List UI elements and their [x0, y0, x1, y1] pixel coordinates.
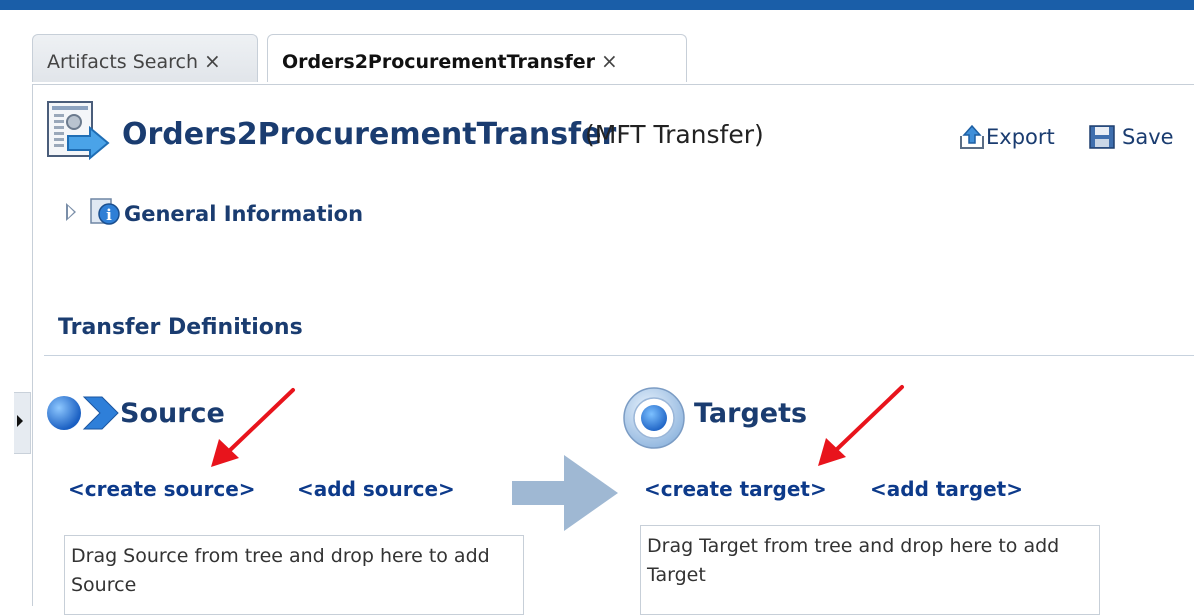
- targets-title: Targets: [694, 398, 808, 429]
- page-title: Orders2ProcurementTransfer: [122, 117, 617, 152]
- info-icon: i: [90, 198, 120, 225]
- annotation-arrow-icon: [211, 388, 295, 467]
- tab-artifacts-search[interactable]: Artifacts Search ×: [32, 34, 258, 82]
- divider: [44, 355, 1194, 356]
- tab-label: Artifacts Search: [47, 51, 198, 73]
- transfer-document-icon: [47, 101, 110, 161]
- annotation-arrow-icon: [818, 385, 904, 466]
- tab-orders2procurementtransfer[interactable]: Orders2ProcurementTransfer ×: [267, 34, 687, 82]
- tab-close-icon[interactable]: ×: [601, 49, 618, 73]
- panel-splitter-handle[interactable]: [14, 392, 31, 454]
- create-target-link[interactable]: <create target>: [644, 477, 827, 501]
- source-icon: [47, 396, 119, 430]
- target-drop-zone[interactable]: Drag Target from tree and drop here to a…: [640, 525, 1100, 615]
- flow-arrow-icon: [512, 455, 618, 531]
- svg-text:i: i: [106, 206, 112, 224]
- export-icon: [960, 124, 984, 149]
- save-button[interactable]: Save: [1088, 124, 1174, 150]
- tab-label: Orders2ProcurementTransfer: [282, 51, 596, 73]
- expand-arrow-icon[interactable]: [17, 415, 23, 427]
- save-icon: [1089, 125, 1115, 149]
- add-target-link[interactable]: <add target>: [870, 477, 1023, 501]
- page-subtitle: (MFT Transfer): [585, 120, 764, 149]
- disclosure-triangle-icon[interactable]: [66, 203, 76, 221]
- general-information-header[interactable]: General Information: [124, 202, 363, 226]
- transfer-definitions-heading: Transfer Definitions: [58, 315, 303, 340]
- add-source-link[interactable]: <add source>: [297, 477, 455, 501]
- create-source-link[interactable]: <create source>: [68, 477, 256, 501]
- tab-close-icon[interactable]: ×: [204, 49, 221, 73]
- save-label: Save: [1122, 125, 1174, 149]
- target-icon: [623, 387, 685, 449]
- app-header-bar: [0, 0, 1194, 10]
- tab-strip: Artifacts Search × Orders2ProcurementTran…: [0, 10, 1194, 84]
- export-button[interactable]: Export: [958, 124, 1055, 150]
- source-drop-zone[interactable]: Drag Source from tree and drop here to a…: [64, 535, 524, 615]
- export-label: Export: [986, 125, 1055, 149]
